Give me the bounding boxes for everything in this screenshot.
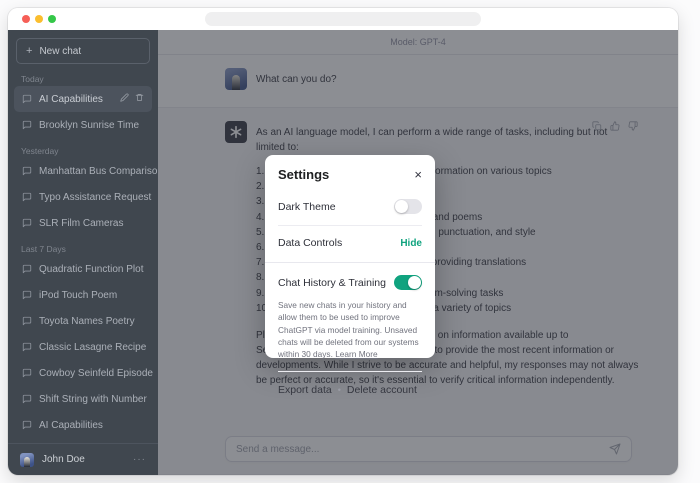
separator-dot: • — [338, 385, 341, 395]
sidebar-section-last-7-days: Last 7 Days — [8, 236, 158, 256]
account-row[interactable]: John Doe ··· — [8, 443, 158, 475]
zoom-window-button[interactable] — [48, 15, 56, 23]
sidebar-item-label: Cowboy Seinfeld Episode — [39, 368, 153, 379]
delete-account-link[interactable]: Delete account — [347, 384, 417, 396]
account-name: John Doe — [42, 454, 85, 465]
sidebar-item-label: SLR Film Cameras — [39, 218, 123, 229]
browser-titlebar — [8, 8, 678, 30]
sidebar-item-cowboy-seinfeld-episode[interactable]: Cowboy Seinfeld Episode — [14, 360, 152, 386]
chat-bubble-icon — [22, 120, 32, 130]
minimize-window-button[interactable] — [35, 15, 43, 23]
trash-icon[interactable] — [135, 93, 144, 105]
chat-bubble-icon — [22, 264, 32, 274]
chat-bubble-icon — [22, 342, 32, 352]
sidebar-item-slr-film-cameras[interactable]: SLR Film Cameras — [14, 210, 152, 236]
sidebar-item-typo-assistance-request[interactable]: Typo Assistance Request — [14, 184, 152, 210]
chat-history-row: Chat History & Training — [265, 265, 435, 298]
sidebar-item-label: Manhattan Bus Comparisons — [39, 166, 168, 177]
close-window-button[interactable] — [22, 15, 30, 23]
export-data-link[interactable]: Export data — [278, 384, 332, 396]
toggle-knob — [408, 276, 421, 289]
edit-icon[interactable] — [120, 93, 129, 105]
sidebar-item-toyota-names-poetry[interactable]: Toyota Names Poetry — [14, 308, 152, 334]
sidebar-item-label: Typo Assistance Request — [39, 192, 151, 203]
sidebar-item-shift-string-with-number[interactable]: Shift String with Number — [14, 386, 152, 412]
data-controls-label: Data Controls — [278, 237, 342, 249]
sidebar-item-label: Quadratic Function Plot — [39, 264, 144, 275]
chat-history-toggle[interactable] — [394, 275, 422, 290]
chat-bubble-icon — [22, 166, 32, 176]
sidebar-item-ai-capabilities[interactable]: AI Capabilities — [14, 86, 152, 112]
sidebar-item-ipod-touch-poem[interactable]: iPod Touch Poem — [14, 282, 152, 308]
sidebar-item-label: Brooklyn Sunrise Time — [39, 120, 139, 131]
learn-more-link[interactable]: Learn More — [335, 349, 377, 359]
dark-theme-label: Dark Theme — [278, 201, 336, 213]
sidebar-item-label: Toyota Names Poetry — [39, 316, 135, 327]
sidebar-item-quadratic-function-plot[interactable]: Quadratic Function Plot — [14, 256, 152, 282]
chat-bubble-icon — [22, 218, 32, 228]
sidebar: + New chat Today AI Capabilities Brookly… — [8, 30, 158, 475]
divider — [278, 371, 422, 372]
more-options-icon[interactable]: ··· — [133, 454, 146, 465]
sidebar-item-label: Classic Lasagne Recipe — [39, 342, 146, 353]
chat-bubble-icon — [22, 290, 32, 300]
sidebar-item-brooklyn-sunrise-time[interactable]: Brooklyn Sunrise Time — [14, 112, 152, 138]
chat-bubble-icon — [22, 394, 32, 404]
new-chat-button[interactable]: + New chat — [16, 38, 150, 64]
chat-bubble-icon — [22, 420, 32, 430]
chat-bubble-icon — [22, 316, 32, 326]
chat-bubble-icon — [22, 94, 32, 104]
toggle-knob — [395, 200, 408, 213]
dark-theme-row: Dark Theme — [265, 191, 435, 222]
sidebar-item-label: AI Capabilities — [39, 420, 103, 431]
sidebar-item-label: Shift String with Number — [39, 394, 147, 405]
dark-theme-toggle[interactable] — [394, 199, 422, 214]
hide-link[interactable]: Hide — [400, 238, 422, 249]
browser-window: + New chat Today AI Capabilities Brookly… — [8, 8, 678, 475]
sidebar-item-label: iPod Touch Poem — [39, 290, 117, 301]
section-divider — [265, 262, 435, 263]
sidebar-item-classic-lasagne-recipe[interactable]: Classic Lasagne Recipe — [14, 334, 152, 360]
divider — [278, 225, 422, 226]
url-bar[interactable] — [205, 12, 481, 26]
sidebar-item-label: AI Capabilities — [39, 94, 103, 105]
sidebar-item-manhattan-bus-comparisons[interactable]: Manhattan Bus Comparisons — [14, 158, 152, 184]
sidebar-section-yesterday: Yesterday — [8, 138, 158, 158]
chat-history-description: Save new chats in your history and allow… — [265, 298, 435, 368]
modal-title: Settings — [278, 167, 329, 182]
chat-history-label: Chat History & Training — [278, 277, 386, 289]
new-chat-label: New chat — [39, 46, 81, 57]
close-icon[interactable]: × — [414, 168, 422, 181]
plus-icon: + — [26, 45, 32, 57]
sidebar-item-ai-capabilities-2[interactable]: AI Capabilities — [14, 412, 152, 438]
avatar — [20, 453, 34, 467]
sidebar-section-today: Today — [8, 66, 158, 86]
chat-bubble-icon — [22, 368, 32, 378]
data-controls-row: Data Controls Hide — [265, 229, 435, 257]
chat-bubble-icon — [22, 192, 32, 202]
settings-modal: Settings × Dark Theme Data Controls Hide… — [265, 155, 435, 358]
